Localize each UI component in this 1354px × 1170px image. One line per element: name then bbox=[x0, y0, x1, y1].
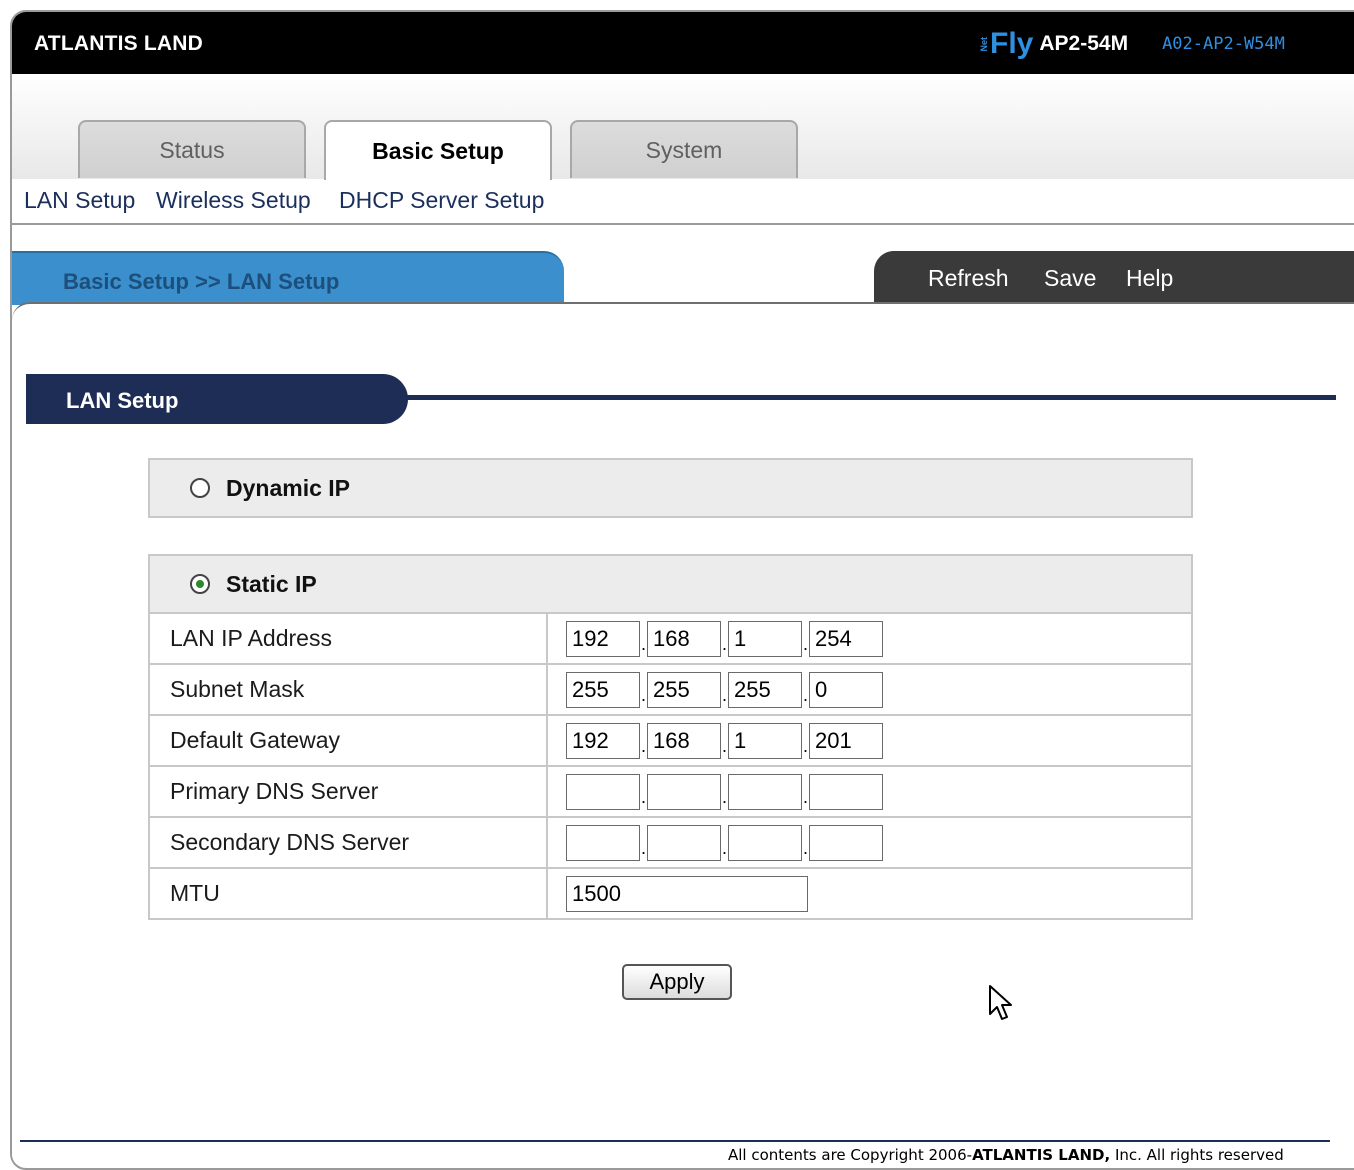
tab-basic-setup[interactable]: Basic Setup bbox=[324, 120, 552, 180]
footer-divider bbox=[20, 1140, 1330, 1142]
lan-ip-address-row: LAN IP Address... bbox=[150, 612, 1191, 664]
subnet-mask-octet-4[interactable] bbox=[809, 671, 883, 708]
lan-ip-address-octet-4[interactable] bbox=[809, 620, 883, 657]
primary-dns-server-label: Primary DNS Server bbox=[150, 765, 548, 817]
secondary-dns-server-row: Secondary DNS Server... bbox=[150, 816, 1191, 868]
subnet-mask-label: Subnet Mask bbox=[150, 663, 548, 715]
logo-fly-text: Fly bbox=[990, 27, 1034, 60]
octet-separator: . bbox=[721, 787, 727, 807]
octet-separator: . bbox=[721, 685, 727, 705]
primary-dns-server-octet-1[interactable] bbox=[566, 773, 640, 810]
panel-header: LAN Setup bbox=[26, 374, 1336, 428]
main-tabs: Status Basic Setup System bbox=[12, 74, 1354, 181]
lan-ip-address-octet-2[interactable] bbox=[647, 620, 721, 657]
dynamic-ip-radio[interactable] bbox=[190, 478, 210, 498]
default-gateway-octet-3[interactable] bbox=[728, 722, 802, 759]
model-name: AP2-54M bbox=[1039, 32, 1129, 55]
secondary-dns-server-octet-2[interactable] bbox=[647, 824, 721, 861]
lan-ip-address-octet-1[interactable] bbox=[566, 620, 640, 657]
subnet-mask-input-group: ... bbox=[566, 671, 1191, 708]
default-gateway-row: Default Gateway... bbox=[150, 714, 1191, 766]
primary-dns-server-row: Primary DNS Server... bbox=[150, 765, 1191, 817]
subnav-wireless-setup[interactable]: Wireless Setup bbox=[156, 187, 311, 214]
sub-navigation: LAN Setup Wireless Setup DHCP Server Set… bbox=[12, 179, 1354, 225]
subnet-mask-row: Subnet Mask... bbox=[150, 663, 1191, 715]
octet-separator: . bbox=[802, 736, 808, 756]
footer-copyright: All contents are Copyright 2006-ATLANTIS… bbox=[728, 1146, 1284, 1164]
octet-separator: . bbox=[802, 685, 808, 705]
static-ip-label: Static IP bbox=[226, 570, 317, 597]
default-gateway-label: Default Gateway bbox=[150, 714, 548, 766]
octet-separator: . bbox=[802, 634, 808, 654]
refresh-link[interactable]: Refresh bbox=[928, 265, 1009, 292]
dynamic-ip-box: Dynamic IP bbox=[148, 458, 1193, 518]
action-bar: Refresh Save Help bbox=[874, 251, 1354, 305]
breadcrumb-text: Basic Setup >> LAN Setup bbox=[63, 269, 340, 294]
octet-separator: . bbox=[721, 634, 727, 654]
mtu-label: MTU bbox=[150, 867, 548, 918]
primary-dns-server-octet-3[interactable] bbox=[728, 773, 802, 810]
static-ip-option[interactable]: Static IP bbox=[150, 556, 1191, 612]
panel-title-tab: LAN Setup bbox=[26, 374, 408, 424]
octet-separator: . bbox=[640, 838, 646, 858]
footer-prefix: All contents are Copyright 2006- bbox=[728, 1146, 973, 1164]
secondary-dns-server-octet-1[interactable] bbox=[566, 824, 640, 861]
footer-company: ATLANTIS LAND, bbox=[972, 1146, 1111, 1164]
secondary-dns-server-input-group: ... bbox=[566, 824, 1191, 861]
section-bar: Basic Setup >> LAN Setup Refresh Save He… bbox=[12, 225, 1354, 305]
static-ip-radio[interactable] bbox=[190, 574, 210, 594]
tab-system[interactable]: System bbox=[570, 120, 798, 178]
subnet-mask-octet-3[interactable] bbox=[728, 671, 802, 708]
model-info: Net Fly AP2-54M A02-AP2-W54M bbox=[979, 24, 1285, 64]
secondary-dns-server-octet-3[interactable] bbox=[728, 824, 802, 861]
default-gateway-octet-4[interactable] bbox=[809, 722, 883, 759]
top-header: ATLANTIS LAND Net Fly AP2-54M A02-AP2-W5… bbox=[12, 12, 1354, 74]
dynamic-ip-label: Dynamic IP bbox=[226, 474, 350, 501]
subnet-mask-octet-1[interactable] bbox=[566, 671, 640, 708]
default-gateway-octet-2[interactable] bbox=[647, 722, 721, 759]
octet-separator: . bbox=[640, 685, 646, 705]
lan-ip-address-input-group: ... bbox=[566, 620, 1191, 657]
content-panel: LAN Setup Dynamic IP Static IP LAN IP Ad… bbox=[12, 302, 1354, 1164]
tab-status[interactable]: Status bbox=[78, 120, 306, 178]
save-link[interactable]: Save bbox=[1044, 265, 1096, 292]
logo-net-text: Net bbox=[979, 36, 989, 52]
static-ip-table: LAN IP Address...Subnet Mask...Default G… bbox=[150, 612, 1191, 918]
netfly-logo: Net Fly bbox=[979, 27, 1034, 61]
subnav-lan-setup[interactable]: LAN Setup bbox=[24, 187, 135, 214]
dynamic-ip-option[interactable]: Dynamic IP bbox=[150, 460, 1191, 516]
lan-ip-address-octet-3[interactable] bbox=[728, 620, 802, 657]
panel-divider bbox=[396, 395, 1336, 400]
mouse-cursor-icon bbox=[989, 985, 1012, 1020]
brand-name: ATLANTIS LAND bbox=[34, 32, 204, 55]
subnav-dhcp-server-setup[interactable]: DHCP Server Setup bbox=[339, 187, 544, 214]
panel-title: LAN Setup bbox=[66, 388, 179, 413]
lan-ip-address-label: LAN IP Address bbox=[150, 612, 548, 664]
primary-dns-server-input-group: ... bbox=[566, 773, 1191, 810]
octet-separator: . bbox=[802, 787, 808, 807]
mtu-row: MTU bbox=[150, 867, 1191, 918]
octet-separator: . bbox=[640, 787, 646, 807]
breadcrumb: Basic Setup >> LAN Setup bbox=[12, 251, 564, 305]
octet-separator: . bbox=[640, 736, 646, 756]
default-gateway-octet-1[interactable] bbox=[566, 722, 640, 759]
apply-button[interactable]: Apply bbox=[622, 964, 732, 1000]
default-gateway-input-group: ... bbox=[566, 722, 1191, 759]
footer-suffix: Inc. All rights reserved bbox=[1110, 1146, 1284, 1164]
secondary-dns-server-octet-4[interactable] bbox=[809, 824, 883, 861]
octet-separator: . bbox=[721, 736, 727, 756]
secondary-dns-server-label: Secondary DNS Server bbox=[150, 816, 548, 868]
octet-separator: . bbox=[721, 838, 727, 858]
help-link[interactable]: Help bbox=[1126, 265, 1173, 292]
browser-window: ATLANTIS LAND Net Fly AP2-54M A02-AP2-W5… bbox=[10, 10, 1354, 1170]
model-code: A02-AP2-W54M bbox=[1162, 34, 1285, 54]
octet-separator: . bbox=[802, 838, 808, 858]
mtu-input[interactable] bbox=[566, 875, 808, 912]
octet-separator: . bbox=[640, 634, 646, 654]
static-ip-box: Static IP LAN IP Address...Subnet Mask..… bbox=[148, 554, 1193, 920]
primary-dns-server-octet-4[interactable] bbox=[809, 773, 883, 810]
primary-dns-server-octet-2[interactable] bbox=[647, 773, 721, 810]
subnet-mask-octet-2[interactable] bbox=[647, 671, 721, 708]
